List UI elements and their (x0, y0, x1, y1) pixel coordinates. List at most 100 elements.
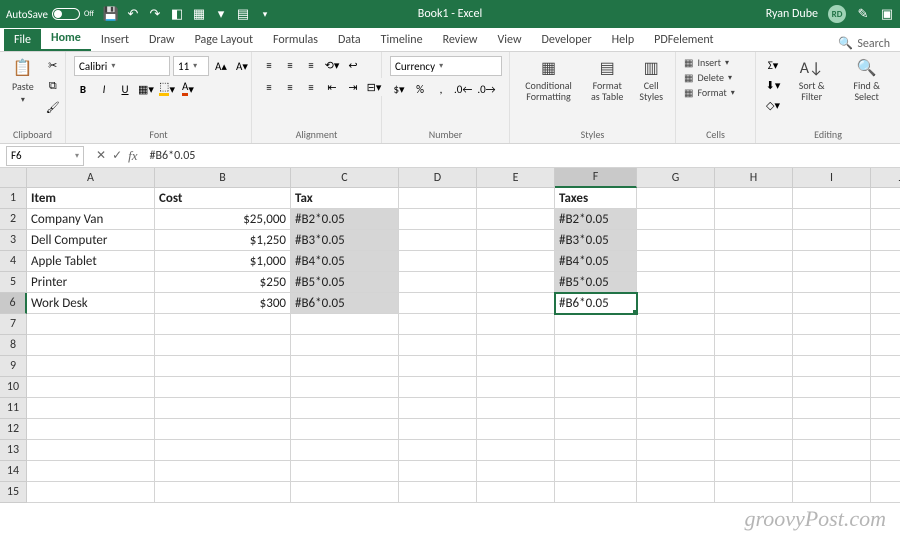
cell-F15[interactable] (555, 482, 637, 503)
cell-G10[interactable] (637, 377, 715, 398)
qat-icon[interactable]: ▾ (214, 7, 228, 21)
font-name-combo[interactable]: Calibri▾ (74, 56, 170, 76)
toggle-off-icon[interactable] (52, 8, 80, 20)
cell-H12[interactable] (715, 419, 793, 440)
grow-font-icon[interactable]: A▴ (212, 57, 230, 75)
cell-I13[interactable] (793, 440, 871, 461)
cell-J14[interactable] (871, 461, 900, 482)
row-header-2[interactable]: 2 (0, 209, 27, 230)
user-name[interactable]: Ryan Dube (766, 7, 818, 21)
cell-B5[interactable]: $250 (155, 272, 291, 293)
row-header-10[interactable]: 10 (0, 377, 27, 398)
cell-D3[interactable] (399, 230, 477, 251)
align-right-icon[interactable]: ≡ (302, 78, 320, 96)
tab-help[interactable]: Help (602, 29, 645, 51)
cell-D13[interactable] (399, 440, 477, 461)
cell-A15[interactable] (27, 482, 155, 503)
qat-icon[interactable]: ▤ (236, 7, 250, 21)
decrease-decimal-icon[interactable]: .0→ (476, 80, 496, 98)
cell-B2[interactable]: $25,000 (155, 209, 291, 230)
row-header-7[interactable]: 7 (0, 314, 27, 335)
cell-D2[interactable] (399, 209, 477, 230)
cell-J3[interactable] (871, 230, 900, 251)
cell-H8[interactable] (715, 335, 793, 356)
row-header-14[interactable]: 14 (0, 461, 27, 482)
column-header-E[interactable]: E (477, 168, 555, 188)
cell-F9[interactable] (555, 356, 637, 377)
cell-A13[interactable] (27, 440, 155, 461)
row-headers[interactable]: 123456789101112131415 (0, 188, 27, 503)
ribbon-options-icon[interactable]: ▣ (880, 7, 894, 21)
cell-I12[interactable] (793, 419, 871, 440)
cell-B9[interactable] (155, 356, 291, 377)
cell-A11[interactable] (27, 398, 155, 419)
cell-E13[interactable] (477, 440, 555, 461)
cell-B11[interactable] (155, 398, 291, 419)
cell-J15[interactable] (871, 482, 900, 503)
cell-styles-button[interactable]: ▥ Cell Styles (635, 56, 667, 104)
comma-icon[interactable]: , (432, 80, 450, 98)
tab-insert[interactable]: Insert (91, 29, 139, 51)
align-bottom-icon[interactable]: ≡ (302, 56, 320, 74)
cell-C3[interactable]: #B3*0.05 (291, 230, 399, 251)
cell-J5[interactable] (871, 272, 900, 293)
cell-G8[interactable] (637, 335, 715, 356)
row-header-12[interactable]: 12 (0, 419, 27, 440)
cell-H11[interactable] (715, 398, 793, 419)
cell-A3[interactable]: Dell Computer (27, 230, 155, 251)
cell-D9[interactable] (399, 356, 477, 377)
cell-A1[interactable]: Item (27, 188, 155, 209)
cell-F13[interactable] (555, 440, 637, 461)
cell-B12[interactable] (155, 419, 291, 440)
cell-D14[interactable] (399, 461, 477, 482)
cell-A7[interactable] (27, 314, 155, 335)
cell-F8[interactable] (555, 335, 637, 356)
row-header-4[interactable]: 4 (0, 251, 27, 272)
cell-G2[interactable] (637, 209, 715, 230)
copy-icon[interactable]: ⧉ (44, 77, 62, 95)
cell-G1[interactable] (637, 188, 715, 209)
tab-view[interactable]: View (487, 29, 531, 51)
cell-F7[interactable] (555, 314, 637, 335)
cell-B3[interactable]: $1,250 (155, 230, 291, 251)
cell-E12[interactable] (477, 419, 555, 440)
cell-J8[interactable] (871, 335, 900, 356)
paste-button[interactable]: 📋 Paste ▾ (8, 56, 38, 107)
row-header-13[interactable]: 13 (0, 440, 27, 461)
cell-C10[interactable] (291, 377, 399, 398)
cell-C14[interactable] (291, 461, 399, 482)
align-center-icon[interactable]: ≡ (281, 78, 299, 96)
align-middle-icon[interactable]: ≡ (281, 56, 299, 74)
format-cells-button[interactable]: ▦ Format ▾ (684, 86, 735, 99)
cell-C2[interactable]: #B2*0.05 (291, 209, 399, 230)
qat-icon[interactable]: ▦ (192, 7, 206, 21)
border-icon[interactable]: ▦▾ (137, 80, 155, 98)
tab-formulas[interactable]: Formulas (263, 29, 328, 51)
cell-J6[interactable] (871, 293, 900, 314)
cell-B6[interactable]: $300 (155, 293, 291, 314)
cell-D6[interactable] (399, 293, 477, 314)
delete-cells-button[interactable]: ▦ Delete ▾ (684, 71, 735, 84)
tab-pdfelement[interactable]: PDFelement (644, 29, 723, 51)
cell-H13[interactable] (715, 440, 793, 461)
cell-F4[interactable]: #B4*0.05 (555, 251, 637, 272)
cell-I10[interactable] (793, 377, 871, 398)
cell-E15[interactable] (477, 482, 555, 503)
percent-icon[interactable]: % (411, 80, 429, 98)
row-header-9[interactable]: 9 (0, 356, 27, 377)
cell-F11[interactable] (555, 398, 637, 419)
tab-data[interactable]: Data (328, 29, 371, 51)
number-format-combo[interactable]: Currency▾ (390, 56, 502, 76)
sort-filter-button[interactable]: A↓ Sort & Filter (788, 56, 835, 104)
cell-C7[interactable] (291, 314, 399, 335)
tab-review[interactable]: Review (433, 29, 488, 51)
user-avatar-icon[interactable]: RD (828, 5, 846, 23)
increase-decimal-icon[interactable]: .0← (453, 80, 473, 98)
cell-A12[interactable] (27, 419, 155, 440)
cell-C15[interactable] (291, 482, 399, 503)
cell-I14[interactable] (793, 461, 871, 482)
cell-C13[interactable] (291, 440, 399, 461)
shrink-font-icon[interactable]: A▾ (233, 57, 251, 75)
column-header-G[interactable]: G (637, 168, 715, 188)
cell-I1[interactable] (793, 188, 871, 209)
